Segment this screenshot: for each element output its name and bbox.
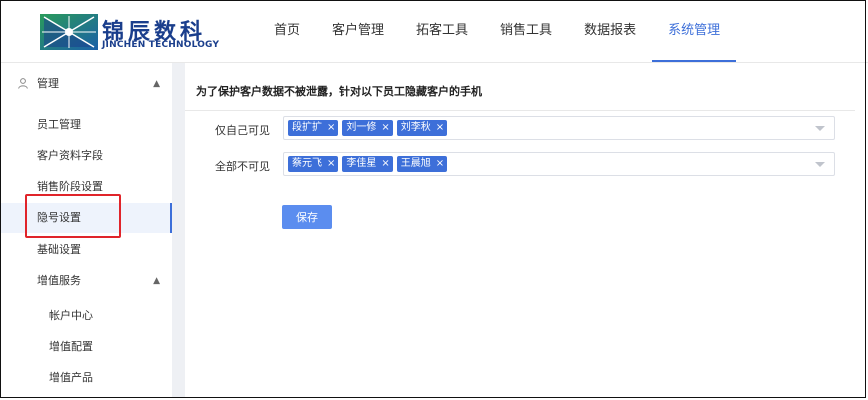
screenshot-border <box>0 0 866 398</box>
